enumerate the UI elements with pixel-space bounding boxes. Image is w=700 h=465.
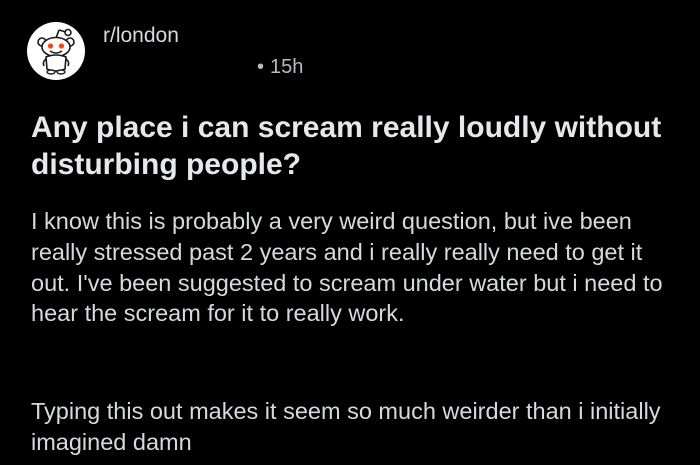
post-card: r/london • 15h Any place i can scream rea… xyxy=(0,0,700,465)
post-timestamp: • 15h xyxy=(257,55,303,79)
post-body-paragraph: I know this is probably a very weird que… xyxy=(31,208,663,327)
separator-dot: • xyxy=(257,56,265,78)
post-body-paragraph: Typing this out makes it seem so much we… xyxy=(31,398,661,455)
subreddit-link[interactable]: r/london xyxy=(103,24,179,48)
post-header: r/london • 15h xyxy=(27,22,687,82)
timestamp-text: 15h xyxy=(270,56,304,78)
subreddit-avatar[interactable] xyxy=(27,22,85,80)
reddit-snoo-icon xyxy=(37,28,75,75)
post-title[interactable]: Any place i can scream really loudly wit… xyxy=(31,109,671,183)
